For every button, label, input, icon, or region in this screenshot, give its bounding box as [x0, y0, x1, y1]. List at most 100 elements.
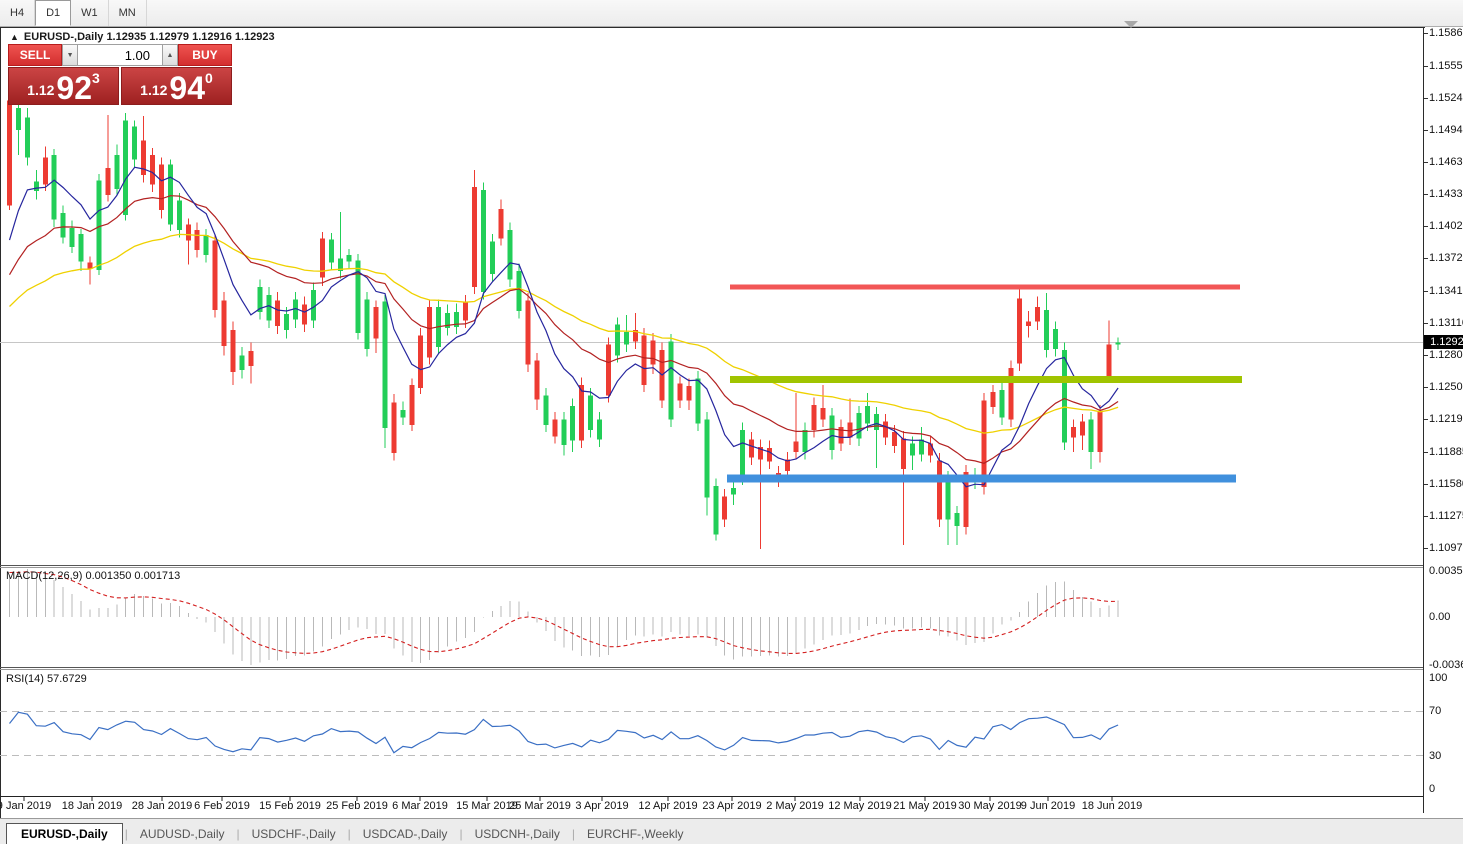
candle-body	[919, 440, 924, 455]
tab-separator: |	[570, 824, 577, 844]
candle-body	[25, 117, 30, 157]
tab-separator: |	[457, 824, 464, 844]
price-axis-tick	[1424, 387, 1428, 388]
buy-price-small: 1.12	[140, 82, 167, 98]
price-axis-label: 1.12500	[1429, 381, 1463, 393]
price-axis-tick	[1424, 258, 1428, 259]
candle-body	[1098, 412, 1103, 452]
timeframe-tab-d1[interactable]: D1	[35, 0, 71, 26]
support-level-blue	[727, 474, 1236, 482]
chart-tab-eurchf[interactable]: EURCHF-,Weekly	[577, 824, 693, 844]
candle-body	[1008, 368, 1013, 420]
candle-body	[821, 408, 826, 420]
chart-tab-usdcad[interactable]: USDCAD-,Daily	[353, 824, 458, 844]
candle-body	[347, 255, 352, 261]
candle-body	[284, 314, 289, 330]
candle-body	[901, 438, 906, 469]
rsi-axis-label: 30	[1429, 750, 1441, 762]
date-axis-label: 12 Apr 2019	[638, 800, 697, 812]
candle-body	[910, 444, 915, 456]
candle-body	[722, 496, 727, 519]
candle-body	[275, 301, 280, 326]
candle-body	[794, 442, 799, 453]
candle-body	[928, 444, 933, 456]
candle-body	[624, 332, 629, 345]
sell-button[interactable]: SELL	[8, 44, 62, 66]
chart-tab-usdchf[interactable]: USDCHF-,Daily	[242, 824, 346, 844]
date-axis-label: 6 Mar 2019	[392, 800, 448, 812]
rsi-axis-label: 100	[1429, 672, 1447, 684]
date-axis-label: 21 May 2019	[893, 800, 957, 812]
candle-body	[105, 168, 110, 195]
symbol-quote-line: ▲ EURUSD-,Daily 1.12935 1.12979 1.12916 …	[10, 31, 275, 43]
price-axis-tick	[1424, 323, 1428, 324]
candle-body	[606, 345, 611, 396]
candle-body	[168, 165, 173, 225]
current-price-badge: 1.12923	[1424, 335, 1463, 349]
chart-tab-eurusd[interactable]: EURUSD-,Daily	[6, 823, 123, 844]
candle-body	[70, 228, 75, 247]
candle-body	[812, 405, 817, 430]
chart-tab-usdcnh[interactable]: USDCNH-,Daily	[465, 824, 570, 844]
timeframe-tab-mn[interactable]: MN	[109, 0, 147, 26]
candle-body	[678, 384, 683, 401]
candle-body	[999, 390, 1004, 417]
candle-body	[427, 307, 432, 358]
price-axis-label: 1.11275	[1429, 510, 1463, 522]
candle-body	[767, 448, 772, 462]
candle-body	[114, 155, 119, 189]
macd-axis-label: -0.00367	[1429, 659, 1463, 671]
chart-canvas[interactable]	[0, 28, 1424, 804]
candle-body	[874, 414, 879, 430]
candle-body	[43, 157, 48, 184]
candle-body	[391, 403, 396, 454]
buy-button[interactable]: BUY	[178, 44, 232, 66]
price-axis-label: 1.11580	[1429, 478, 1463, 490]
date-axis-label: 3 Apr 2019	[575, 800, 628, 812]
candle-body	[329, 239, 334, 262]
volume-decrease-button[interactable]: ▼	[62, 44, 78, 66]
one-click-trading-panel: SELL ▼ ▲ BUY 1.12 92 3 1.12 94 0	[8, 44, 232, 105]
candle-body	[213, 240, 218, 310]
date-axis-label: 2 May 2019	[766, 800, 823, 812]
price-axis-tick	[1424, 291, 1428, 292]
buy-price-box[interactable]: 1.12 94 0	[121, 67, 232, 105]
candle-body	[481, 190, 486, 292]
price-axis-tick	[1424, 162, 1428, 163]
timeframe-tab-w1[interactable]: W1	[71, 0, 109, 26]
candle-body	[52, 155, 57, 219]
symbol-quote-text: EURUSD-,Daily 1.12935 1.12979 1.12916 1.…	[24, 31, 275, 43]
price-axis-label: 1.15245	[1429, 92, 1463, 104]
candle-body	[695, 378, 700, 423]
price-axis-tick	[1424, 194, 1428, 195]
candle-body	[382, 302, 387, 428]
tab-separator: |	[123, 824, 130, 844]
candle-body	[588, 395, 593, 430]
candle-body	[1071, 427, 1076, 438]
date-axis-label: 25 Mar 2019	[509, 800, 571, 812]
rsi-indicator-label: RSI(14) 57.6729	[6, 673, 87, 685]
chart-tab-audusd[interactable]: AUDUSD-,Daily	[130, 824, 235, 844]
candle-body	[740, 430, 745, 477]
candle-body	[686, 386, 691, 401]
price-axis-tick	[1424, 66, 1428, 67]
timeframe-tab-h4[interactable]: H4	[0, 0, 35, 26]
candle-body	[159, 165, 164, 210]
candle-body	[651, 341, 656, 365]
candle-body	[7, 100, 12, 205]
candle-body	[248, 351, 253, 366]
candle-body	[990, 392, 995, 407]
tab-separator: |	[235, 824, 242, 844]
candle-body	[96, 180, 101, 270]
sell-price-box[interactable]: 1.12 92 3	[8, 67, 119, 105]
candle-body	[937, 461, 942, 520]
volume-increase-button[interactable]: ▲	[162, 44, 178, 66]
candle-body	[561, 420, 566, 445]
volume-input[interactable]	[78, 44, 162, 66]
symbol-collapse-icon[interactable]: ▲	[10, 32, 19, 42]
tab-separator: |	[346, 824, 353, 844]
timeframe-toolbar: H4D1W1MN	[0, 0, 1463, 27]
chart-shift-marker-icon[interactable]	[1124, 21, 1138, 28]
candle-body	[61, 213, 66, 237]
candle-body	[713, 486, 718, 534]
